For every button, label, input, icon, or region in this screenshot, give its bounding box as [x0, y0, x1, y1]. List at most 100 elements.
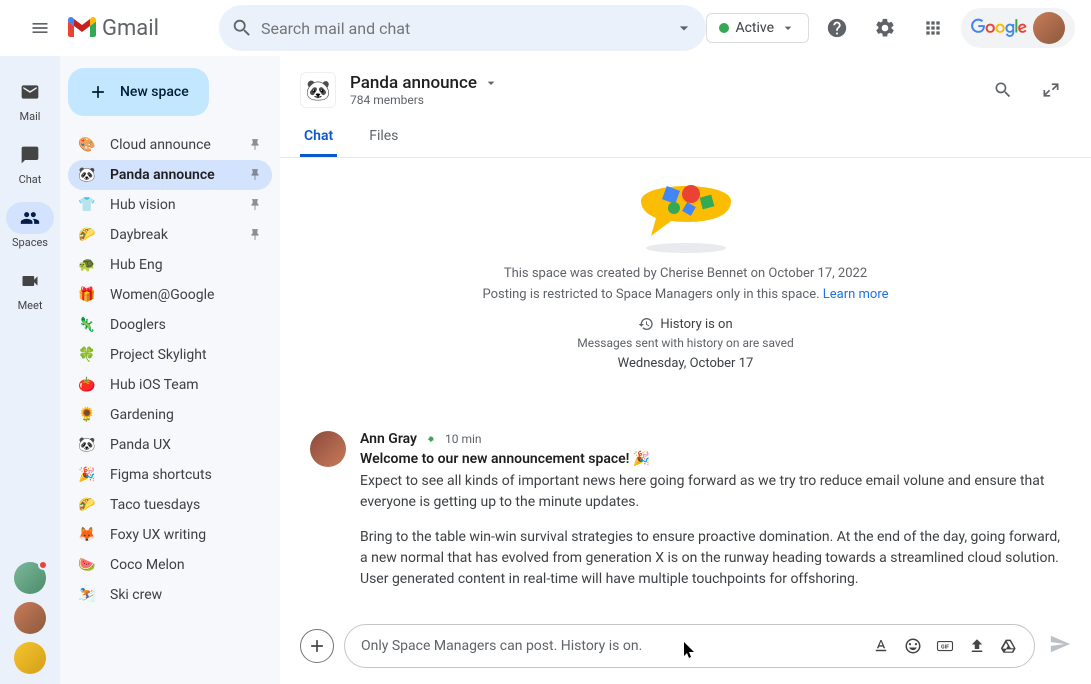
- welcome-illustration: [310, 166, 1061, 256]
- space-item[interactable]: 👕 Hub vision: [68, 190, 272, 220]
- plus-icon: [307, 636, 327, 656]
- space-item[interactable]: 🍀 Project Skylight: [68, 340, 272, 370]
- rail-label: Chat: [19, 173, 42, 186]
- format-button[interactable]: [872, 637, 890, 655]
- pin-icon: [248, 198, 262, 212]
- plus-icon: [88, 82, 108, 102]
- space-item[interactable]: 🌮 Taco tuesdays: [68, 490, 272, 520]
- gear-icon: [874, 17, 896, 39]
- space-item[interactable]: 🌻 Gardening: [68, 400, 272, 430]
- add-attachment-button[interactable]: [300, 629, 334, 663]
- space-item[interactable]: 🦊 Foxy UX writing: [68, 520, 272, 550]
- space-item[interactable]: 🎉 Figma shortcuts: [68, 460, 272, 490]
- space-emoji: 🎉: [78, 467, 96, 483]
- space-emoji: 🎨: [78, 137, 96, 153]
- drive-button[interactable]: [1000, 637, 1018, 655]
- learn-more-link[interactable]: Learn more: [823, 287, 889, 302]
- gmail-logo[interactable]: Gmail: [68, 16, 159, 41]
- space-item[interactable]: 🐼 Panda UX: [68, 430, 272, 460]
- account-area[interactable]: [961, 8, 1075, 48]
- space-item[interactable]: 🌮 Daybreak: [68, 220, 272, 250]
- space-item[interactable]: 🐢 Hub Eng: [68, 250, 272, 280]
- rail-user-2[interactable]: [14, 602, 46, 634]
- space-emoji: 🌮: [78, 497, 96, 513]
- space-name: Hub iOS Team: [110, 377, 262, 393]
- search-icon: [231, 17, 253, 39]
- spaces-sidebar: New space 🎨 Cloud announce 🐼 Panda annou…: [60, 56, 280, 684]
- compose-box[interactable]: Only Space Managers can post. History is…: [344, 624, 1035, 668]
- chevron-down-icon[interactable]: [483, 75, 499, 91]
- rail-label: Meet: [18, 299, 43, 312]
- date-label: Wednesday, October 17: [618, 356, 754, 371]
- rail-user-3[interactable]: [14, 642, 46, 674]
- gmail-icon: [68, 17, 96, 39]
- space-name: Ski crew: [110, 587, 262, 603]
- message-avatar[interactable]: [310, 431, 346, 467]
- pin-icon: [248, 168, 262, 182]
- space-emoji: 🦊: [78, 527, 96, 543]
- drive-icon: [1000, 637, 1018, 655]
- space-name: Coco Melon: [110, 557, 262, 573]
- status-label: Active: [735, 20, 774, 36]
- gif-button[interactable]: GIF: [936, 637, 954, 655]
- apps-button[interactable]: [913, 8, 953, 48]
- format-icon: [872, 637, 890, 655]
- space-avatar: 🐼: [300, 72, 336, 108]
- search-input[interactable]: [253, 19, 674, 38]
- rail-user-1[interactable]: [14, 562, 46, 594]
- space-name: Panda UX: [110, 437, 262, 453]
- space-item[interactable]: 🍉 Coco Melon: [68, 550, 272, 580]
- compose-placeholder: Only Space Managers can post. History is…: [361, 638, 872, 654]
- space-name: Foxy UX writing: [110, 527, 262, 543]
- space-name: Figma shortcuts: [110, 467, 262, 483]
- rail-chat[interactable]: Chat: [0, 131, 60, 194]
- hamburger-icon: [30, 18, 50, 38]
- space-name: Daybreak: [110, 227, 234, 243]
- send-button[interactable]: [1049, 633, 1071, 659]
- manager-badge-icon: [425, 433, 437, 445]
- tab-chat[interactable]: Chat: [300, 118, 337, 157]
- rail-meet[interactable]: Meet: [0, 257, 60, 320]
- send-icon: [1049, 633, 1071, 655]
- new-space-button[interactable]: New space: [68, 68, 209, 116]
- space-emoji: 🐢: [78, 257, 96, 273]
- space-item[interactable]: 🐼 Panda announce: [68, 160, 272, 190]
- app-name: Gmail: [102, 16, 159, 41]
- collapse-button[interactable]: [1031, 70, 1071, 110]
- collapse-icon: [1041, 80, 1061, 100]
- space-emoji: 🦎: [78, 317, 96, 333]
- space-emoji: 🐼: [78, 437, 96, 453]
- tab-files[interactable]: Files: [365, 118, 402, 157]
- search-options-icon[interactable]: [674, 18, 694, 38]
- upload-icon: [968, 637, 986, 655]
- space-item[interactable]: ⛷️ Ski crew: [68, 580, 272, 610]
- message-body-2: Bring to the table win-win survival stra…: [360, 527, 1061, 590]
- search-bar[interactable]: [219, 5, 706, 51]
- emoji-button[interactable]: [904, 637, 922, 655]
- space-item[interactable]: 🍅 Hub iOS Team: [68, 370, 272, 400]
- space-name: Hub vision: [110, 197, 234, 213]
- apps-grid-icon: [923, 18, 943, 38]
- upload-button[interactable]: [968, 637, 986, 655]
- rail-mail[interactable]: Mail: [0, 68, 60, 131]
- history-icon: [638, 316, 654, 332]
- space-name: Cloud announce: [110, 137, 234, 153]
- space-name: Gardening: [110, 407, 262, 423]
- status-chip[interactable]: Active: [706, 13, 809, 43]
- space-search-button[interactable]: [983, 70, 1023, 110]
- space-item[interactable]: 🦎 Dooglers: [68, 310, 272, 340]
- space-emoji: 🐼: [78, 167, 96, 183]
- space-item[interactable]: 🎁 Women@Google: [68, 280, 272, 310]
- message-body-1: Expect to see all kinds of important new…: [360, 471, 1061, 513]
- rail-spaces[interactable]: Spaces: [0, 194, 60, 257]
- space-members: 784 members: [350, 93, 499, 107]
- help-button[interactable]: [817, 8, 857, 48]
- history-status: History is on: [638, 316, 732, 332]
- message-time: 10 min: [445, 432, 482, 446]
- space-title: Panda announce: [350, 73, 477, 93]
- main-menu-button[interactable]: [16, 4, 64, 52]
- status-dot-icon: [719, 23, 729, 33]
- settings-button[interactable]: [865, 8, 905, 48]
- emoji-icon: [904, 637, 922, 655]
- space-item[interactable]: 🎨 Cloud announce: [68, 130, 272, 160]
